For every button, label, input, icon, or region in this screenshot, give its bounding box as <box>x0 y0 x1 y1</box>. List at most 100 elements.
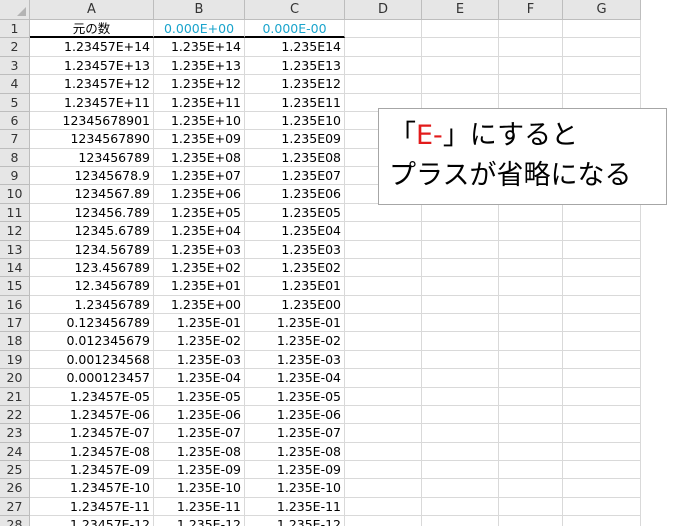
cell-e19[interactable] <box>422 350 499 370</box>
cell-b11[interactable]: 1.235E+05 <box>154 203 245 223</box>
cell-c4[interactable]: 1.235E12 <box>245 75 345 94</box>
row-header-4[interactable]: 4 <box>0 75 30 94</box>
cell-a26[interactable]: 1.23457E-10 <box>30 479 154 498</box>
cell-d27[interactable] <box>345 497 422 517</box>
cell-f26[interactable] <box>499 479 563 498</box>
cell-g20[interactable] <box>563 369 641 388</box>
cell-b28[interactable]: 1.235E-12 <box>154 516 245 526</box>
row-header-19[interactable]: 19 <box>0 350 30 370</box>
cell-f1[interactable] <box>499 20 563 39</box>
cell-c20[interactable]: 1.235E-04 <box>245 369 345 388</box>
column-header-e[interactable]: E <box>422 0 499 20</box>
row-header-26[interactable]: 26 <box>0 479 30 498</box>
cell-d22[interactable] <box>345 405 422 425</box>
cell-b16[interactable]: 1.235E+00 <box>154 295 245 314</box>
cell-c12[interactable]: 1.235E04 <box>245 222 345 241</box>
cell-a25[interactable]: 1.23457E-09 <box>30 461 154 480</box>
cell-b2[interactable]: 1.235E+14 <box>154 38 245 57</box>
cell-e25[interactable] <box>422 461 499 480</box>
column-header-d[interactable]: D <box>345 0 422 20</box>
row-header-15[interactable]: 15 <box>0 277 30 296</box>
cell-f21[interactable] <box>499 387 563 406</box>
cell-f20[interactable] <box>499 369 563 388</box>
cell-b20[interactable]: 1.235E-04 <box>154 369 245 388</box>
cell-c16[interactable]: 1.235E00 <box>245 295 345 314</box>
cell-g24[interactable] <box>563 442 641 461</box>
row-header-3[interactable]: 3 <box>0 56 30 76</box>
cell-a2[interactable]: 1.23457E+14 <box>30 38 154 57</box>
cell-a9[interactable]: 12345678.9 <box>30 167 154 186</box>
cell-b14[interactable]: 1.235E+02 <box>154 258 245 278</box>
cell-b10[interactable]: 1.235E+06 <box>154 185 245 204</box>
row-header-24[interactable]: 24 <box>0 442 30 461</box>
cell-f15[interactable] <box>499 277 563 296</box>
row-header-12[interactable]: 12 <box>0 222 30 241</box>
cell-b4[interactable]: 1.235E+12 <box>154 75 245 94</box>
row-header-9[interactable]: 9 <box>0 167 30 186</box>
cell-a21[interactable]: 1.23457E-05 <box>30 387 154 406</box>
cell-b26[interactable]: 1.235E-10 <box>154 479 245 498</box>
cell-e18[interactable] <box>422 332 499 351</box>
cell-c19[interactable]: 1.235E-03 <box>245 350 345 370</box>
row-header-14[interactable]: 14 <box>0 258 30 278</box>
cell-e17[interactable] <box>422 314 499 333</box>
cell-a7[interactable]: 1234567890 <box>30 130 154 149</box>
cell-c2[interactable]: 1.235E14 <box>245 38 345 57</box>
cell-e24[interactable] <box>422 442 499 461</box>
row-header-22[interactable]: 22 <box>0 405 30 425</box>
cell-b9[interactable]: 1.235E+07 <box>154 167 245 186</box>
cell-a11[interactable]: 123456.789 <box>30 203 154 223</box>
cell-c27[interactable]: 1.235E-11 <box>245 497 345 517</box>
cell-f13[interactable] <box>499 240 563 259</box>
cell-g4[interactable] <box>563 75 641 94</box>
cell-g15[interactable] <box>563 277 641 296</box>
cell-b18[interactable]: 1.235E-02 <box>154 332 245 351</box>
cell-c15[interactable]: 1.235E01 <box>245 277 345 296</box>
cell-g12[interactable] <box>563 222 641 241</box>
cell-d15[interactable] <box>345 277 422 296</box>
cell-c13[interactable]: 1.235E03 <box>245 240 345 259</box>
cell-f3[interactable] <box>499 56 563 76</box>
cell-d17[interactable] <box>345 314 422 333</box>
cell-g11[interactable] <box>563 203 641 223</box>
cell-g26[interactable] <box>563 479 641 498</box>
row-header-27[interactable]: 27 <box>0 497 30 517</box>
cell-b7[interactable]: 1.235E+09 <box>154 130 245 149</box>
row-header-21[interactable]: 21 <box>0 387 30 406</box>
row-header-16[interactable]: 16 <box>0 295 30 314</box>
cell-e16[interactable] <box>422 295 499 314</box>
cell-b6[interactable]: 1.235E+10 <box>154 111 245 131</box>
cell-g19[interactable] <box>563 350 641 370</box>
cell-g1[interactable] <box>563 20 641 39</box>
cell-a5[interactable]: 1.23457E+11 <box>30 93 154 112</box>
cell-d26[interactable] <box>345 479 422 498</box>
cell-b19[interactable]: 1.235E-03 <box>154 350 245 370</box>
cell-b13[interactable]: 1.235E+03 <box>154 240 245 259</box>
cell-a22[interactable]: 1.23457E-06 <box>30 405 154 425</box>
callout-textbox[interactable]: 「E-」にすると プラスが省略になる <box>378 108 667 205</box>
cell-a27[interactable]: 1.23457E-11 <box>30 497 154 517</box>
cell-c18[interactable]: 1.235E-02 <box>245 332 345 351</box>
cell-g2[interactable] <box>563 38 641 57</box>
cell-d2[interactable] <box>345 38 422 57</box>
cell-f25[interactable] <box>499 461 563 480</box>
cell-a14[interactable]: 123.456789 <box>30 258 154 278</box>
cell-b5[interactable]: 1.235E+11 <box>154 93 245 112</box>
cell-e28[interactable] <box>422 516 499 526</box>
cell-c26[interactable]: 1.235E-10 <box>245 479 345 498</box>
cell-g28[interactable] <box>563 516 641 526</box>
cell-c5[interactable]: 1.235E11 <box>245 93 345 112</box>
cell-a16[interactable]: 1.23456789 <box>30 295 154 314</box>
cell-e1[interactable] <box>422 20 499 39</box>
cell-g27[interactable] <box>563 497 641 517</box>
cell-f16[interactable] <box>499 295 563 314</box>
cell-c23[interactable]: 1.235E-07 <box>245 424 345 443</box>
row-header-28[interactable]: 28 <box>0 516 30 526</box>
cell-f27[interactable] <box>499 497 563 517</box>
column-header-c[interactable]: C <box>245 0 345 20</box>
cell-d18[interactable] <box>345 332 422 351</box>
column-header-b[interactable]: B <box>154 0 245 20</box>
cell-f22[interactable] <box>499 405 563 425</box>
cell-e4[interactable] <box>422 75 499 94</box>
row-header-8[interactable]: 8 <box>0 148 30 167</box>
